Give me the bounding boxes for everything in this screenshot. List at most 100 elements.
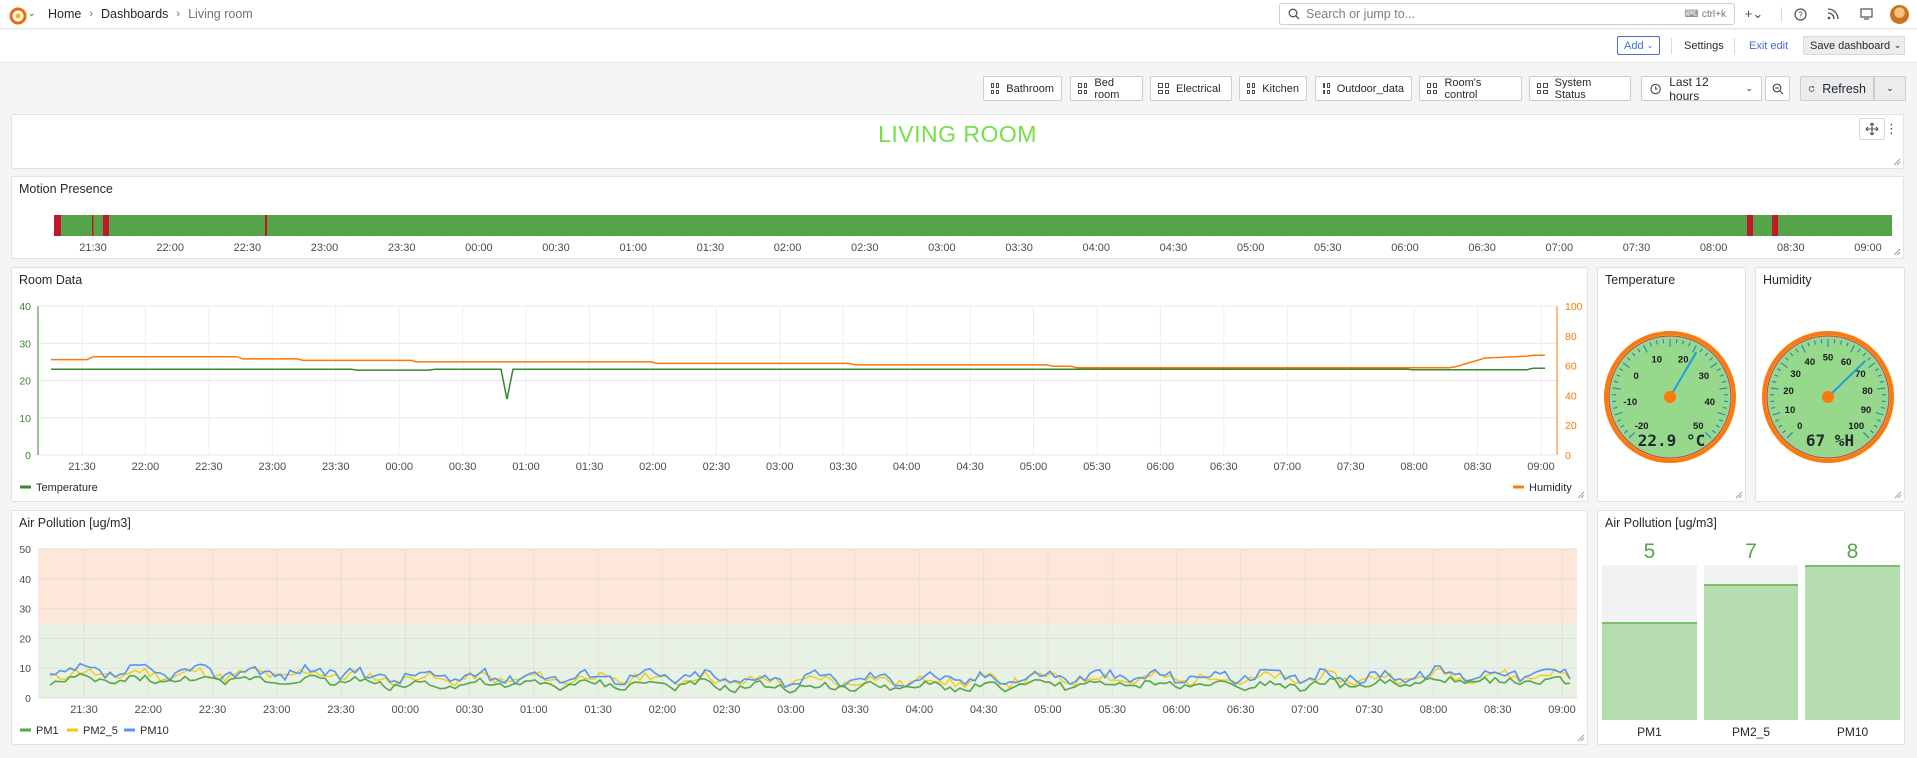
zoom-out-button[interactable] — [1765, 76, 1790, 101]
move-panel-button[interactable] — [1859, 118, 1885, 140]
y-axis-tick: 40 — [19, 574, 31, 586]
room-data-chart[interactable]: 0 10 20 30 40 0 20 40 60 80 100 21:30 22:00 22:30 23:0… — [12, 268, 1587, 501]
bar-label: PM10 — [1836, 725, 1869, 739]
time-tick-label: 23:00 — [259, 461, 287, 473]
temperature-gauge-tick-label: -10 — [1623, 397, 1637, 408]
temperature-gauge-tick-label: 0 — [1633, 371, 1638, 382]
bar-label: PM2_5 — [1731, 725, 1771, 739]
temperature-gauge-tick-label: 20 — [1678, 355, 1689, 366]
time-tick-label: 21:30 — [70, 704, 98, 716]
time-tick-label: 03:00 — [766, 461, 794, 473]
time-tick-label: 05:00 — [1237, 242, 1265, 254]
time-tick-label: 08:00 — [1400, 461, 1428, 473]
apps-icon — [1537, 83, 1548, 94]
humidity-gauge-tick-label: 30 — [1790, 369, 1801, 380]
time-tick-label: 08:30 — [1464, 461, 1492, 473]
time-tick-label: 08:00 — [1420, 704, 1448, 716]
bar-value: 7 — [1745, 540, 1757, 563]
refresh-button[interactable]: Refresh — [1800, 76, 1874, 101]
top-nav-bar: ⌄ Home › Dashboards › Living room Search… — [0, 0, 1917, 29]
temperature-gauge-hub — [1664, 391, 1676, 403]
motion-presence-panel: Motion Presence 21:30 22:00 22:30 23:00 23:3… — [11, 176, 1904, 259]
bar-value: 5 — [1643, 540, 1656, 563]
dashboard-link-bed-room[interactable]: Bed room — [1070, 76, 1143, 101]
legend-item-pm1[interactable]: PM1 — [36, 725, 59, 737]
humidity-gauge-tick-label: 40 — [1805, 357, 1816, 368]
breadcrumb-dashboards[interactable]: Dashboards — [101, 7, 168, 21]
time-tick-label: 01:30 — [576, 461, 604, 473]
time-tick-label: 06:30 — [1227, 704, 1255, 716]
time-tick-label: 04:30 — [1160, 242, 1188, 254]
save-dashboard-button[interactable]: Save dashboard — [1803, 36, 1898, 55]
time-tick-label: 02:00 — [774, 242, 802, 254]
dashboard-link-kitchen[interactable]: Kitchen — [1239, 76, 1307, 101]
time-tick-label: 08:30 — [1484, 704, 1512, 716]
chevron-down-icon[interactable]: ⌄ — [28, 8, 36, 19]
add-button[interactable]: Add ⌄ — [1617, 36, 1661, 55]
time-tick-label: 04:30 — [970, 704, 998, 716]
divider — [1734, 38, 1735, 54]
legend-temperature[interactable]: Temperature — [36, 482, 98, 494]
air-pollution-chart[interactable]: 0 10 20 30 40 50 21:30 22:00 22:30 23:00 23:30 00:0… — [12, 511, 1587, 744]
time-tick-label: 04:00 — [1082, 242, 1110, 254]
humidity-value: 67 %H — [1805, 431, 1855, 450]
motion-timeline[interactable]: 21:30 22:00 22:30 23:00 23:30 00:00 00:30 01:00… — [12, 177, 1903, 258]
time-tick-label: 03:00 — [928, 242, 956, 254]
time-tick-label: 21:30 — [79, 242, 107, 254]
settings-button[interactable]: Settings — [1684, 36, 1724, 55]
resize-handle-icon[interactable] — [1577, 491, 1585, 499]
resize-handle-icon[interactable] — [1894, 491, 1902, 499]
plus-icon[interactable]: +⌄ — [1745, 6, 1763, 22]
refresh-interval-caret[interactable]: ⌄ — [1874, 76, 1906, 101]
time-tick-label: 02:30 — [713, 704, 741, 716]
time-tick-label: 00:00 — [392, 704, 420, 716]
time-tick-label: 07:30 — [1337, 461, 1365, 473]
time-range-picker[interactable]: Last 12 hours ⌄ — [1641, 75, 1762, 103]
rss-icon[interactable] — [1825, 6, 1841, 22]
presence-motion-marker — [54, 215, 61, 236]
dashboard-link-outdoor-data[interactable]: Outdoor_data — [1315, 76, 1412, 101]
resize-handle-icon[interactable] — [1893, 158, 1901, 166]
dashboard-link-label: System Status — [1554, 76, 1592, 101]
time-tick-label: 02:30 — [851, 242, 879, 254]
page-title: LIVING ROOM — [878, 121, 1037, 147]
chevron-right-icon: › — [89, 8, 94, 20]
right-axis-tick: 60 — [1565, 361, 1577, 373]
time-tick-label: 08:00 — [1700, 242, 1728, 254]
save-options-caret[interactable]: ⌄ — [1891, 36, 1905, 55]
time-tick-label: 03:30 — [841, 704, 869, 716]
dashboard-link-bathroom[interactable]: Bathroom — [983, 76, 1062, 101]
edit-toolbar: Add ⌄ Settings Exit edit Save dashboard ⌄ — [0, 30, 1917, 63]
time-tick-label: 05:00 — [1034, 704, 1062, 716]
dashboard-link-room-s-control[interactable]: Room's control — [1419, 76, 1522, 101]
exit-edit-button[interactable]: Exit edit — [1749, 36, 1788, 55]
breadcrumb-home[interactable]: Home — [48, 7, 81, 21]
chevron-right-icon: › — [176, 8, 181, 20]
air-pollution-panel: Air Pollution [ug/m3] 0 10 20 30 40 50 21:30 22… — [11, 510, 1588, 745]
help-icon[interactable]: ? — [1792, 6, 1808, 22]
time-tick-label: 06:00 — [1163, 704, 1191, 716]
time-tick-label: 07:00 — [1546, 242, 1574, 254]
humidity-series — [51, 354, 1545, 369]
apps-icon — [1247, 83, 1256, 94]
dashboard-link-label: Room's control — [1444, 76, 1482, 101]
dashboard-link-electrical[interactable]: Electrical — [1150, 76, 1232, 101]
legend-humidity[interactable]: Humidity — [1529, 482, 1572, 494]
keyboard-shortcut: ⌨ ctrl+k — [1684, 9, 1726, 20]
time-tick-label: 07:00 — [1291, 704, 1319, 716]
resize-handle-icon[interactable] — [1577, 734, 1585, 742]
monitor-icon[interactable] — [1858, 6, 1874, 22]
legend-item-pm2-5[interactable]: PM2_5 — [83, 725, 118, 737]
more-options-icon[interactable]: ⋮ — [1885, 121, 1898, 137]
legend-item-pm10[interactable]: PM10 — [140, 725, 169, 737]
resize-handle-icon[interactable] — [1893, 248, 1901, 256]
time-tick-label: 23:30 — [327, 704, 355, 716]
left-axis-tick: 40 — [19, 301, 31, 313]
avatar[interactable] — [1890, 5, 1909, 24]
resize-handle-icon[interactable] — [1735, 491, 1743, 499]
humidity-gauge-panel: Humidity 0 10 20 30 40 50 60 70 80 90 100 67 %H — [1755, 267, 1905, 502]
grafana-logo-icon[interactable] — [7, 5, 29, 25]
search-input[interactable]: Search or jump to... ⌨ ctrl+k — [1279, 3, 1735, 25]
time-tick-label: 01:00 — [520, 704, 548, 716]
dashboard-link-system-status[interactable]: System Status — [1529, 76, 1631, 101]
